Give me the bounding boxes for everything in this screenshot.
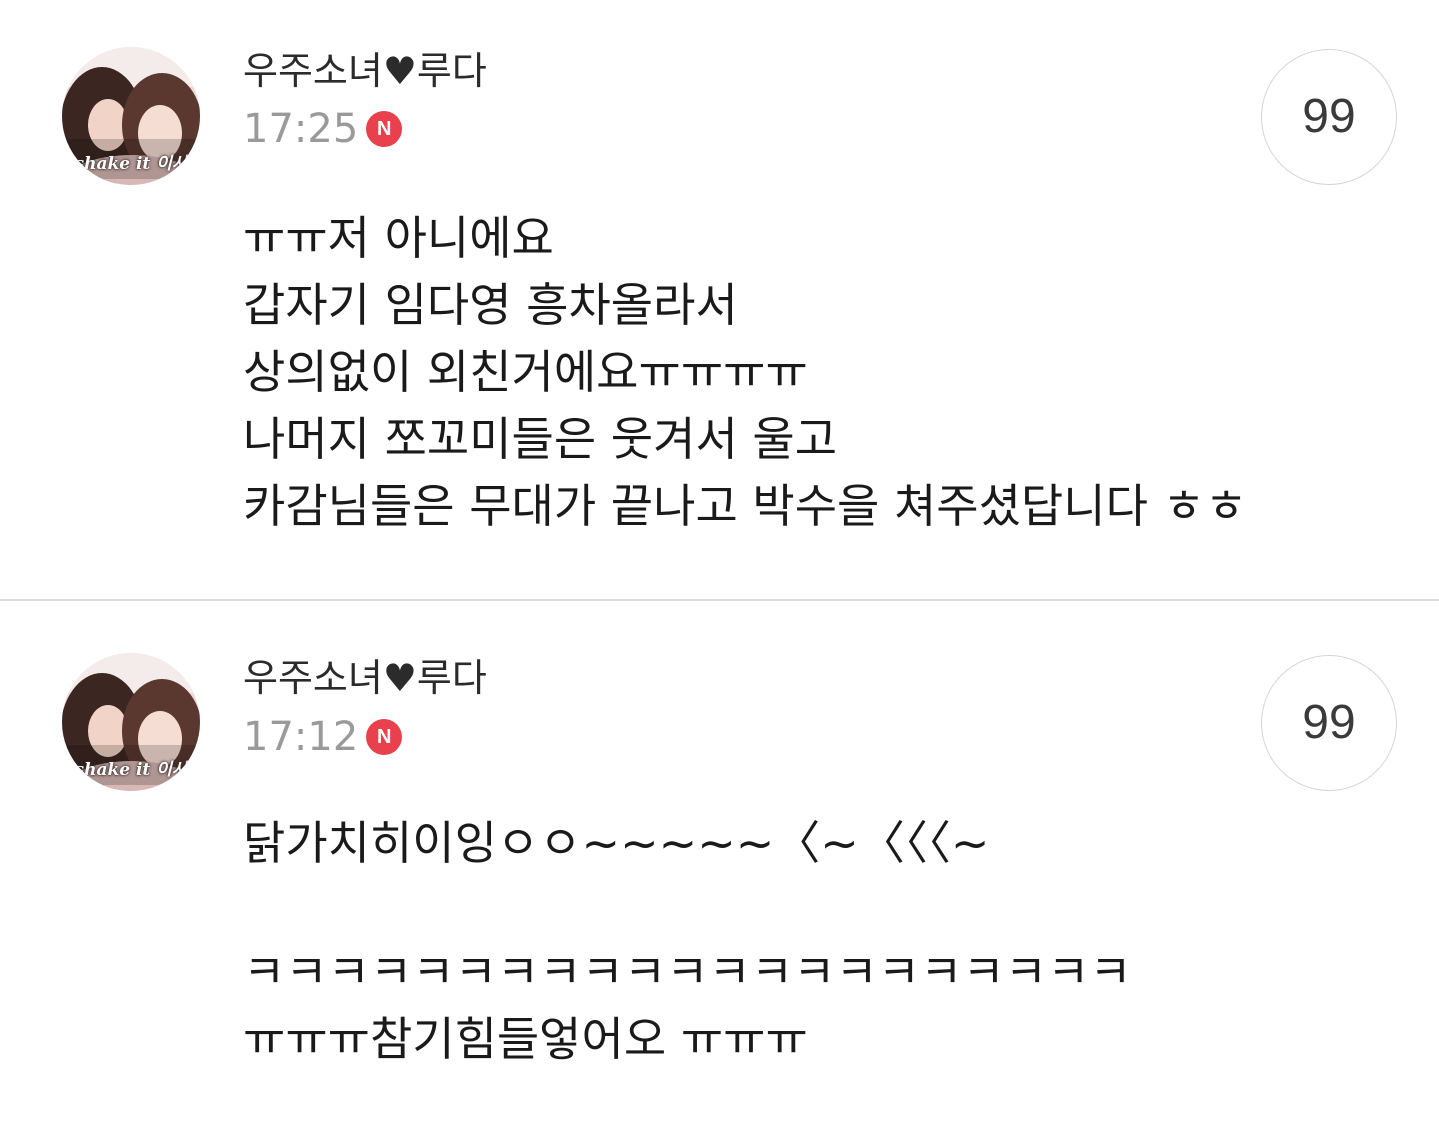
avatar-caption: shake it 이사: [74, 760, 188, 780]
comment-line: 갑자기 임다영 흥차올라서: [243, 278, 738, 332]
reply-count-button[interactable]: 99: [1261, 49, 1397, 185]
comment-line: ㅠㅠㅠ참기힘들엏어오 ㅠㅠㅠ: [243, 1012, 808, 1066]
comment-divider: [0, 599, 1439, 601]
comment-line: 상의없이 외친거에요ㅠㅠㅠㅠ: [243, 345, 808, 399]
timestamp: 17:25: [243, 106, 359, 152]
comment-line-blank: [243, 877, 1363, 939]
comment-line: 닭가치히이잉ㅇㅇ~~~~~〈~〈〈〈~: [243, 816, 990, 870]
comment-item: shake it 이사 우주소녀♥루다 17:12 N 99 닭가치히이잉ㅇㅇ~…: [0, 602, 1439, 1124]
comment-line: ㅠㅠ저 아니에요: [243, 211, 554, 265]
avatar-caption: shake it 이사: [74, 154, 188, 174]
comment-item: shake it 이사 우주소녀♥루다 17:25 N 99 ㅠㅠ저 아니에요 …: [0, 0, 1439, 600]
comment-line: 카감님들은 무대가 끝나고 박수을 쳐주셨답니다 ㅎㅎ: [243, 479, 1248, 533]
reply-count-button[interactable]: 99: [1261, 655, 1397, 791]
comment-line: 나머지 쪼꼬미들은 웃겨서 울고: [243, 412, 838, 466]
author-name[interactable]: 우주소녀♥루다: [243, 655, 487, 701]
comment-line: ㅋㅋㅋㅋㅋㅋㅋㅋㅋㅋㅋㅋㅋㅋㅋㅋㅋㅋㅋㅋㅋ: [243, 945, 1132, 999]
timestamp: 17:12: [243, 714, 359, 760]
comment-meta: 17:12 N: [243, 712, 403, 762]
comment-body: 닭가치히이잉ㅇㅇ~~~~~〈~〈〈〈~ ㅋㅋㅋㅋㅋㅋㅋㅋㅋㅋㅋㅋㅋㅋㅋㅋㅋㅋㅋㅋ…: [243, 810, 1363, 1073]
comment-body: ㅠㅠ저 아니에요 갑자기 임다영 흥차올라서 상의없이 외친거에요ㅠㅠㅠㅠ 나머…: [243, 205, 1363, 540]
new-badge: N: [366, 719, 403, 755]
comment-meta: 17:25 N: [243, 104, 403, 154]
author-name[interactable]: 우주소녀♥루다: [243, 48, 487, 94]
avatar[interactable]: shake it 이사: [62, 47, 200, 185]
new-badge: N: [366, 111, 403, 147]
avatar[interactable]: shake it 이사: [62, 653, 200, 791]
